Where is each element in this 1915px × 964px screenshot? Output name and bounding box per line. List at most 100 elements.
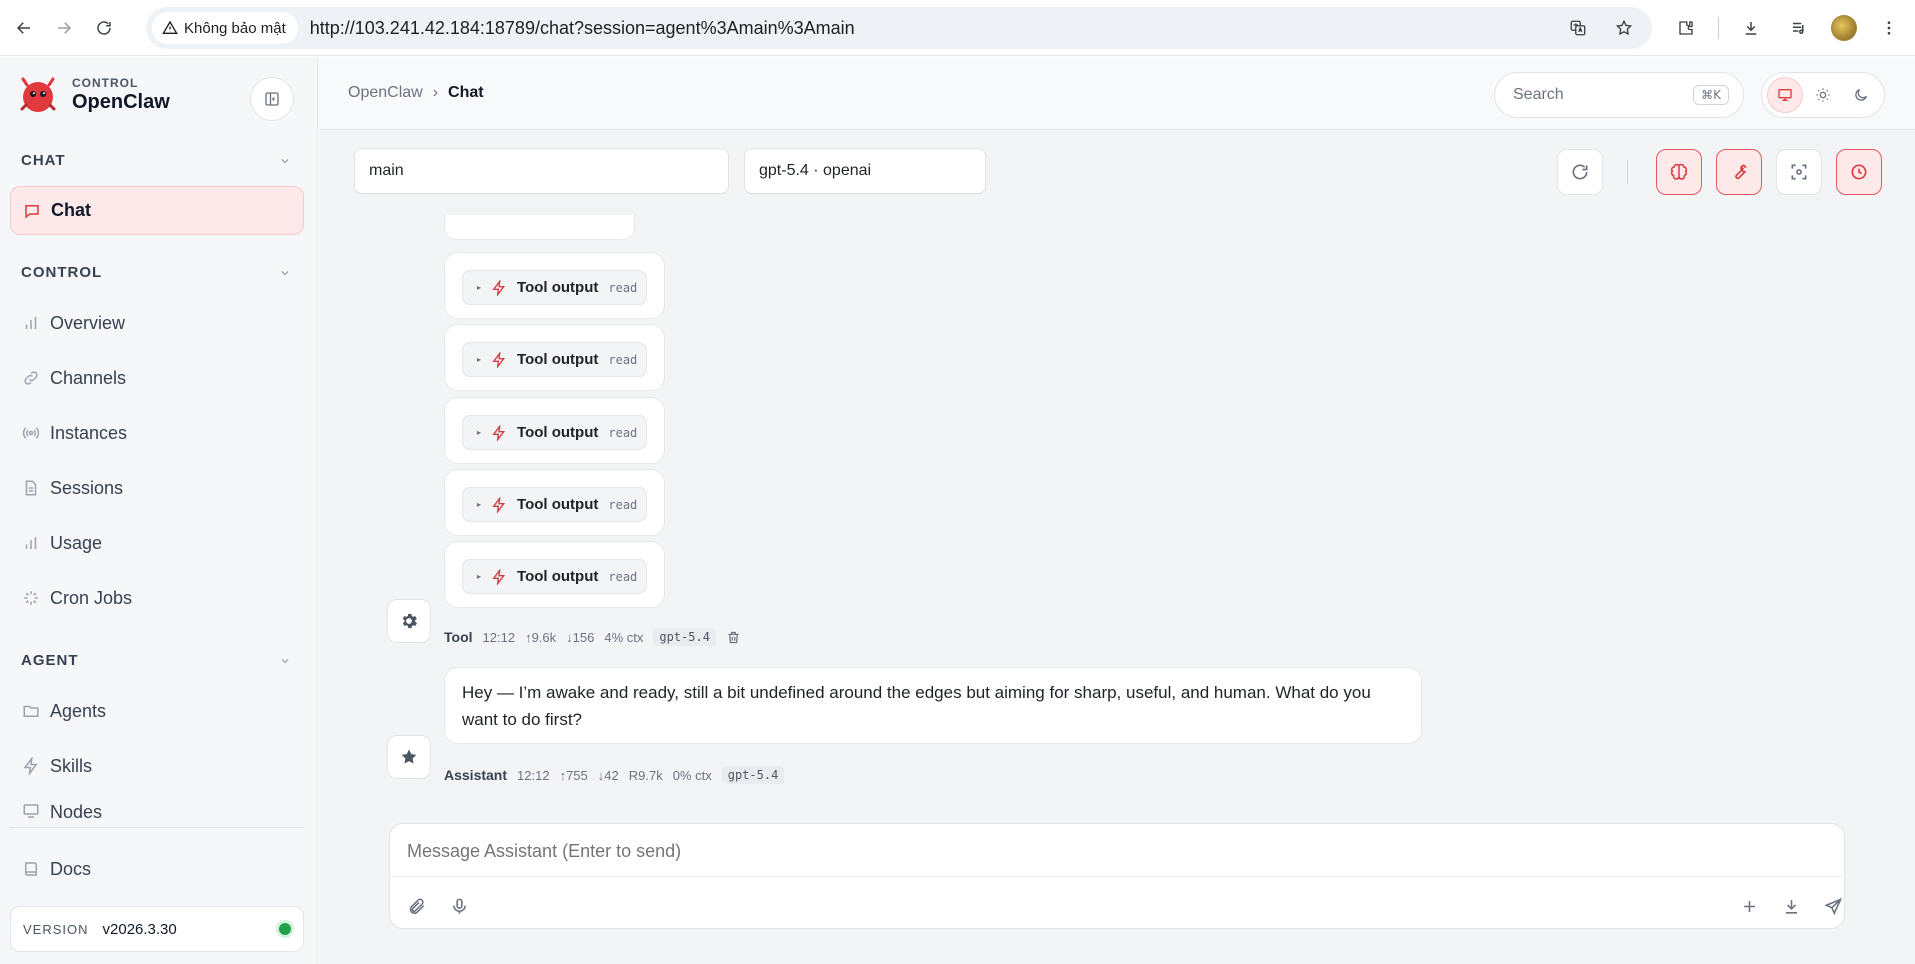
- address-bar[interactable]: Không bảo mật http://103.241.42.184:1878…: [146, 7, 1652, 49]
- meta-model: gpt-5.4: [721, 766, 785, 784]
- sidebar-item-usage[interactable]: Usage: [10, 520, 304, 566]
- breadcrumb-root[interactable]: OpenClaw: [348, 84, 423, 102]
- export-button[interactable]: [1775, 890, 1807, 922]
- bookmark-star-icon[interactable]: [1608, 12, 1640, 44]
- tool-output-toggle[interactable]: ▸ Tool output read: [462, 487, 647, 522]
- caret-right-icon: ▸: [477, 572, 482, 581]
- tool-output-label: Tool output: [517, 424, 599, 441]
- breadcrumb-current: Chat: [448, 84, 484, 101]
- section-agent[interactable]: AGENT: [21, 652, 291, 669]
- tool-avatar: [387, 599, 431, 643]
- sidebar-item-instances[interactable]: Instances: [10, 410, 304, 456]
- meta-tokens-up: ↑9.6k: [525, 629, 557, 645]
- tool-output-toggle[interactable]: ▸ Tool output read: [462, 559, 647, 594]
- sidebar-divider: [10, 827, 304, 828]
- wrench-icon: [1735, 164, 1747, 180]
- history-toggle-button[interactable]: [1836, 149, 1882, 195]
- attach-button[interactable]: [400, 890, 432, 922]
- version-box: VERSION v2026.3.30: [10, 906, 304, 952]
- sidebar-item-sessions[interactable]: Sessions: [10, 465, 304, 511]
- focus-mode-button[interactable]: [1776, 149, 1822, 195]
- download-icon: [1785, 899, 1797, 914]
- sidebar-item-docs[interactable]: Docs: [10, 846, 304, 892]
- forward-icon[interactable]: [48, 12, 80, 44]
- tool-output-card: ▸ Tool output read: [444, 469, 665, 536]
- brand[interactable]: CONTROL OpenClaw: [18, 75, 170, 115]
- send-button[interactable]: [1817, 890, 1849, 922]
- star-icon: [401, 749, 417, 764]
- section-chat[interactable]: CHAT: [21, 152, 291, 169]
- download-icon[interactable]: [1735, 12, 1767, 44]
- sidebar-item-cron-jobs[interactable]: Cron Jobs: [10, 575, 304, 621]
- section-control[interactable]: CONTROL: [21, 264, 291, 281]
- search-input[interactable]: Search ⌘K: [1494, 72, 1744, 118]
- more-vertical-icon[interactable]: [1873, 12, 1905, 44]
- topbar: OpenClaw › Chat Search ⌘K: [319, 57, 1915, 130]
- meta-context: 0% ctx: [672, 767, 712, 783]
- tool-output-toggle[interactable]: ▸ Tool output read: [462, 342, 647, 377]
- message-input[interactable]: [407, 841, 1607, 862]
- tool-output-kind: read: [608, 425, 638, 440]
- assistant-avatar: [387, 735, 431, 779]
- brain-icon: [1670, 163, 1688, 180]
- sidebar-item-label: Nodes: [50, 802, 103, 822]
- toolbar-separator: [1718, 17, 1719, 39]
- bar-chart-icon: [25, 317, 37, 329]
- sidebar-item-agents[interactable]: Agents: [10, 688, 304, 734]
- gear-icon: [402, 613, 417, 629]
- monitor-icon: [23, 804, 39, 818]
- meta-model: gpt-5.4: [653, 628, 716, 646]
- sidebar-item-skills[interactable]: Skills: [10, 743, 304, 789]
- meta-tokens-down: ↓42: [597, 767, 619, 783]
- media-controls-icon[interactable]: [1783, 12, 1815, 44]
- search-shortcut: ⌘K: [1693, 85, 1729, 105]
- refresh-button[interactable]: [1557, 149, 1603, 195]
- url-text[interactable]: http://103.241.42.184:18789/chat?session…: [310, 18, 855, 39]
- loader-icon: [24, 591, 38, 605]
- profile-avatar[interactable]: [1831, 15, 1857, 41]
- sidebar-item-chat[interactable]: Chat: [10, 186, 304, 235]
- theme-system-button[interactable]: [1767, 77, 1803, 113]
- tool-output-label: Tool output: [517, 279, 599, 296]
- meta-author: Assistant: [444, 767, 508, 783]
- sidebar-item-label: Usage: [50, 532, 103, 553]
- version-value: v2026.3.30: [102, 920, 177, 938]
- meta-context: 4% ctx: [604, 629, 644, 645]
- back-icon[interactable]: [8, 12, 40, 44]
- reload-icon[interactable]: [88, 12, 120, 44]
- sidebar-item-overview[interactable]: Overview: [10, 300, 304, 346]
- sidebar-collapse-button[interactable]: [250, 77, 294, 121]
- sidebar-item-label: Sessions: [50, 477, 124, 498]
- caret-right-icon: ▸: [477, 428, 482, 437]
- sidebar-item-label: Instances: [50, 422, 128, 443]
- sidebar-item-label: Overview: [50, 312, 126, 333]
- translate-icon[interactable]: [1562, 12, 1594, 44]
- theme-light-button[interactable]: [1805, 77, 1841, 113]
- tool-output-toggle[interactable]: ▸ Tool output read: [462, 270, 647, 305]
- delete-message-button[interactable]: [726, 630, 741, 645]
- tool-output-card: ▸ Tool output read: [444, 324, 665, 391]
- sidebar-item-nodes[interactable]: Nodes: [10, 798, 304, 826]
- model-select[interactable]: gpt-5.4 · openai: [744, 148, 986, 194]
- chevron-down-icon: [281, 158, 289, 163]
- tool-message-meta: Tool 12:12 ↑9.6k ↓156 4% ctx gpt-5.4: [444, 628, 741, 646]
- tool-output-toggle[interactable]: ▸ Tool output read: [462, 415, 647, 450]
- microphone-button[interactable]: [443, 890, 475, 922]
- browser-toolbar: Không bảo mật http://103.241.42.184:1878…: [0, 0, 1915, 56]
- security-chip[interactable]: Không bảo mật: [152, 12, 298, 44]
- version-label: VERSION: [23, 921, 89, 937]
- theme-dark-button[interactable]: [1843, 77, 1879, 113]
- sidebar: CONTROL OpenClaw CHAT Chat CONTROL Overv…: [0, 57, 318, 964]
- tools-toggle-button[interactable]: [1716, 149, 1762, 195]
- thinking-toggle-button[interactable]: [1656, 149, 1702, 195]
- lightning-icon: [492, 351, 506, 368]
- new-session-button[interactable]: [1733, 890, 1765, 922]
- lightning-icon: [492, 279, 506, 296]
- send-icon: [1823, 897, 1842, 915]
- search-placeholder: Search: [1513, 86, 1564, 103]
- meta-time: 12:12: [517, 767, 550, 783]
- assistant-message-meta: Assistant 12:12 ↑755 ↓42 R9.7k 0% ctx gp…: [444, 766, 785, 784]
- extensions-icon[interactable]: [1670, 12, 1702, 44]
- sidebar-item-channels[interactable]: Channels: [10, 355, 304, 401]
- session-select[interactable]: main: [354, 148, 729, 194]
